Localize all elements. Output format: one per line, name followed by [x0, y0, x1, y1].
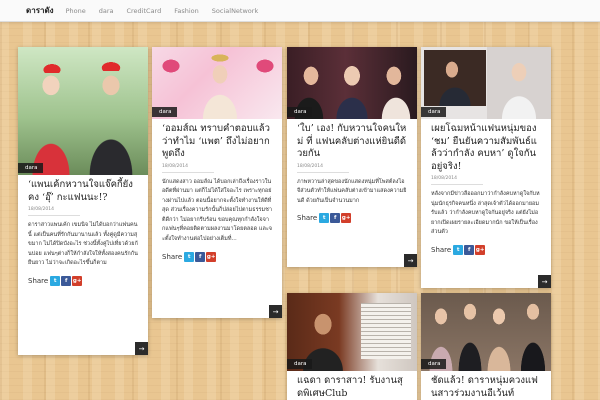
post-excerpt: ดาราสาวแพนเค้ก เขมนิจ ไม่ได้บอกว่าแฟนคนน… [28, 222, 138, 267]
post-thumbnail[interactable]: dara [421, 47, 551, 119]
post-title[interactable]: ชัดแล้ว! ดาราหนุ่มควงแฟนสาวร่วมงานอีเว้น… [431, 375, 541, 400]
nav-item-fashion[interactable]: Fashion [174, 7, 199, 15]
post-date: 18/08/2014 [162, 164, 214, 173]
post-card: dara ‘แพนเค้กหวานใจแจ๊คกี้ยังคง ‘อุ๊’ กะ… [18, 47, 148, 355]
category-tag[interactable]: dara [18, 163, 43, 173]
facebook-icon[interactable]: f [330, 213, 341, 224]
main-nav: Phone dara CreditCard Fashion SocialNetw… [66, 7, 272, 15]
post-title[interactable]: แฉดา ดาราสาว! รับงานสุดพิเศษClub [297, 375, 407, 400]
read-more-arrow-icon[interactable]: → [404, 254, 417, 267]
twitter-icon[interactable]: t [319, 213, 330, 224]
share-label: Share [431, 245, 452, 254]
googleplus-icon[interactable]: g+ [72, 275, 83, 286]
category-tag[interactable]: dara [287, 359, 312, 369]
category-tag[interactable]: dara [421, 107, 446, 117]
nav-item-phone[interactable]: Phone [66, 7, 86, 15]
top-navbar: ดาราดัง Phone dara CreditCard Fashion So… [0, 0, 600, 22]
nav-item-creditcard[interactable]: CreditCard [126, 7, 161, 15]
share-label: Share [28, 276, 49, 285]
post-card: dara ชัดแล้ว! ดาราหนุ่มควงแฟนสาวร่วมงานอ… [421, 293, 551, 400]
santa-hat-icon [98, 55, 124, 71]
post-body: ‘ออมส์ณ ทราบคำตอบแล้วว่าทำไม ‘แพต’ ถึงไม… [152, 119, 282, 262]
post-thumbnail[interactable]: dara [18, 47, 148, 175]
post-card: dara ‘ใบ’ เอง! กับหวานใจคนใหม่ ที่ แฟนคล… [287, 47, 417, 267]
post-body: ‘ใบ’ เอง! กับหวานใจคนใหม่ ที่ แฟนคลับต่า… [287, 119, 417, 224]
post-thumbnail[interactable]: dara [152, 47, 282, 119]
santa-hat-icon [40, 57, 64, 73]
twitter-icon[interactable]: t [184, 251, 195, 262]
post-title[interactable]: ‘แพนเค้กหวานใจแจ๊คกี้ยังคง ‘อุ๊’ กะแฟนนะ… [28, 179, 138, 204]
post-excerpt: นักแสดงสาว ออมส์ณ ได้บอกเล่าถึงเรื่องราว… [162, 178, 272, 243]
facebook-icon[interactable]: f [464, 244, 475, 255]
person-photo [483, 293, 515, 371]
post-title[interactable]: ‘ใบ’ เอง! กับหวานใจคนใหม่ ที่ แฟนคลับต่า… [297, 123, 407, 161]
share-bar: Share t f g+ [297, 213, 407, 224]
post-body: เผยโฉมหน้าแฟนหนุ่มของ ‘ชม’ ยืนยันความสัม… [421, 119, 551, 255]
post-thumbnail[interactable]: dara [287, 47, 417, 119]
post-body: ‘แพนเค้กหวานใจแจ๊คกี้ยังคง ‘อุ๊’ กะแฟนนะ… [18, 175, 148, 286]
post-date: 18/08/2014 [28, 207, 80, 216]
category-tag[interactable]: dara [152, 107, 177, 117]
category-tag[interactable]: dara [287, 107, 312, 117]
post-thumbnail[interactable]: dara [287, 293, 417, 371]
post-date: 18/08/2014 [431, 176, 483, 185]
read-more-arrow-icon[interactable]: → [538, 275, 551, 288]
facebook-icon[interactable]: f [195, 251, 206, 262]
share-bar: Share t f g+ [28, 275, 138, 286]
post-title[interactable]: เผยโฉมหน้าแฟนหนุ่มของ ‘ชม’ ยืนยันความสัม… [431, 123, 541, 173]
person-photo [424, 50, 486, 106]
googleplus-icon[interactable]: g+ [475, 244, 486, 255]
post-card: dara แฉดา ดาราสาว! รับงานสุดพิเศษClub [287, 293, 417, 400]
crown-icon [208, 53, 232, 63]
read-more-arrow-icon[interactable]: → [269, 305, 282, 318]
person-photo [375, 47, 417, 119]
twitter-icon[interactable]: t [453, 244, 464, 255]
post-card: dara เผยโฉมหน้าแฟนหนุ่มของ ‘ชม’ ยืนยันคว… [421, 47, 551, 288]
post-card: dara ‘ออมส์ณ ทราบคำตอบแล้วว่าทำไม ‘แพต’ … [152, 47, 282, 318]
post-body: ชัดแล้ว! ดาราหนุ่มควงแฟนสาวร่วมงานอีเว้น… [421, 371, 551, 400]
post-thumbnail[interactable]: dara [421, 293, 551, 371]
post-title[interactable]: ‘ออมส์ณ ทราบคำตอบแล้วว่าทำไม ‘แพต’ ถึงไม… [162, 123, 272, 161]
cake-decor [250, 55, 280, 77]
post-excerpt: ภาพหวานล่าสุดของนักแสดงหนุ่มที่โพสต์ลงไอ… [297, 178, 407, 204]
category-tag[interactable]: dara [421, 359, 446, 369]
post-date: 18/08/2014 [297, 164, 349, 173]
share-bar: Share t f g+ [162, 251, 272, 262]
post-excerpt: หลังจากมีข่าวลือออกมาว่ากำลังคบหาดูใจกับ… [431, 191, 540, 236]
cake-decor [156, 55, 186, 77]
person-photo [487, 47, 551, 119]
twitter-icon[interactable]: t [50, 275, 61, 286]
googleplus-icon[interactable]: g+ [206, 251, 217, 262]
site-logo[interactable]: ดาราดัง [26, 4, 54, 17]
post-body: แฉดา ดาราสาว! รับงานสุดพิเศษClub [287, 371, 417, 400]
facebook-icon[interactable]: f [61, 275, 72, 286]
person-photo [453, 293, 487, 371]
share-label: Share [297, 214, 318, 223]
nav-item-dara[interactable]: dara [99, 7, 114, 15]
person-photo [329, 47, 375, 119]
read-more-arrow-icon[interactable]: → [135, 342, 148, 355]
document-photo [361, 303, 411, 359]
googleplus-icon[interactable]: g+ [341, 213, 352, 224]
person-photo [515, 293, 551, 371]
share-bar: Share t f g+ [431, 244, 541, 255]
share-label: Share [162, 252, 183, 261]
nav-item-socialnetwork[interactable]: SocialNetwork [212, 7, 258, 15]
